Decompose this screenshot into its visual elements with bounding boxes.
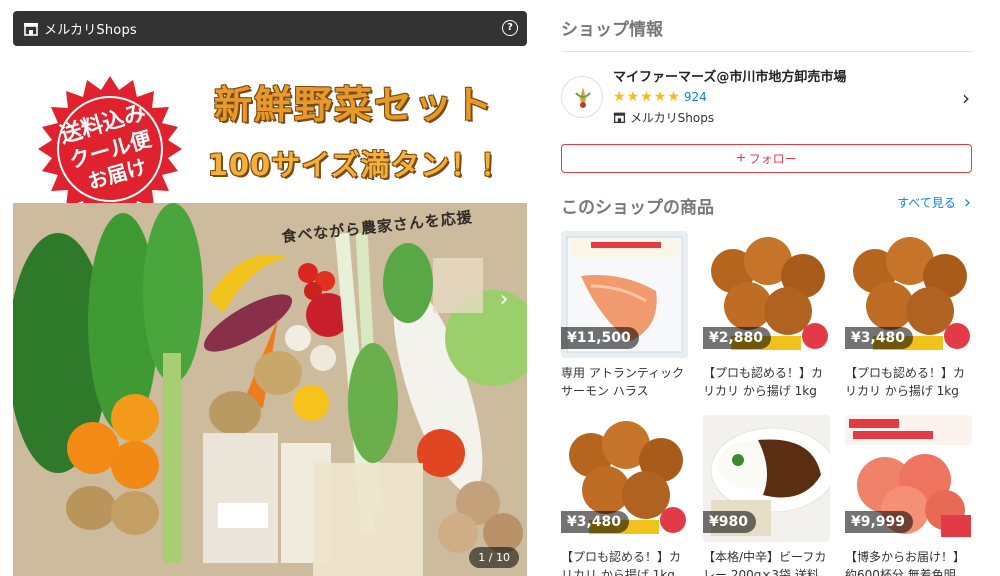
hero-subline: 100サイズ満タン！！: [207, 148, 511, 182]
price-tag: ¥980: [703, 511, 756, 533]
vegetables-photo: 食べながら農家さんを応援 › 1 / 10: [13, 203, 527, 576]
product-card[interactable]: ¥9,999 【博多からお届け！】約600杯分 無着色明: [845, 415, 972, 576]
shop-panel: ショップ情報 マイファーマーズ@市川市地方卸売市場 ★ ★ ★ ★ ★ 924: [561, 0, 973, 576]
product-thumbnail[interactable]: ¥11,500: [561, 231, 688, 358]
mercari-shops-brand: メルカリShops: [44, 23, 137, 38]
chevron-right-icon: ›: [962, 86, 970, 110]
product-title[interactable]: 【プロも認める！】カリカリ から揚げ 1kg: [845, 364, 972, 400]
price-tag: ¥11,500: [561, 327, 639, 349]
shop-avatar: [561, 76, 603, 118]
hero-headline: 新鮮野菜セット: [213, 83, 494, 127]
product-title[interactable]: 専用 アトランティックサーモン ハラス: [561, 364, 688, 400]
price-tag: ¥2,880: [703, 327, 772, 349]
shops-label: メルカリShops: [630, 111, 715, 125]
product-card[interactable]: ¥11,500 専用 アトランティックサーモン ハラス: [561, 231, 688, 400]
product-title[interactable]: 【本格/中辛】ビーフカレー 200g×3袋 送料: [703, 548, 830, 576]
follow-button[interactable]: + フォロー: [561, 144, 972, 173]
vegetables-illustration: [13, 203, 527, 576]
next-image-icon[interactable]: ›: [493, 289, 515, 311]
product-card[interactable]: ¥980 【本格/中辛】ビーフカレー 200g×3袋 送料: [703, 415, 830, 576]
image-pager: 1 / 10: [469, 547, 519, 568]
help-icon[interactable]: ?: [502, 20, 518, 36]
product-card[interactable]: ¥3,480 【プロも認める！】カリカリ から揚げ 1kg: [561, 415, 688, 576]
product-thumbnail[interactable]: ¥2,880: [703, 231, 830, 358]
star-icon: ★: [626, 89, 640, 105]
price-tag: ¥3,480: [845, 327, 914, 349]
product-card[interactable]: ¥2,880 【プロも認める！】カリカリ から揚げ 1kg: [703, 231, 830, 400]
product-thumbnail[interactable]: ¥3,480: [845, 231, 972, 358]
price-tag: ¥9,999: [845, 511, 914, 533]
chevron-right-icon: ›: [963, 191, 971, 213]
product-thumbnail[interactable]: ¥9,999: [845, 415, 972, 542]
star-icon: ★: [613, 89, 626, 105]
divider: [561, 51, 972, 52]
shop-logo-icon: [562, 77, 602, 117]
product-thumbnail[interactable]: ¥980: [703, 415, 830, 542]
shop-name: マイファーマーズ@市川市地方卸売市場: [613, 70, 847, 85]
product-title[interactable]: 【プロも認める！】カリカリ から揚げ 1kg: [561, 548, 688, 576]
shop-icon: [613, 112, 626, 124]
price-tag: ¥3,480: [561, 511, 630, 533]
star-icon: ★: [667, 89, 680, 105]
product-card[interactable]: ¥3,480 【プロも認める！】カリカリ から揚げ 1kg: [845, 231, 972, 400]
shops-label-row: メルカリShops: [613, 109, 714, 126]
mercari-shops-bar: メルカリShops ?: [13, 11, 527, 46]
main-product-image[interactable]: 送料込み クール便 お届け 新鮮野菜セット 100サイズ満タン！！ 食べながら農…: [13, 46, 527, 576]
shop-info-title: ショップ情報: [561, 20, 663, 40]
product-thumbnail[interactable]: ¥3,480: [561, 415, 688, 542]
product-title[interactable]: 【博多からお届け！】約600杯分 無着色明: [845, 548, 972, 576]
shop-icon: [24, 22, 38, 36]
star-icon: ★: [653, 89, 667, 105]
shop-link[interactable]: マイファーマーズ@市川市地方卸売市場 ★ ★ ★ ★ ★ 924 メルカリSho…: [561, 66, 972, 130]
product-gallery[interactable]: メルカリShops ? 送料込み クール便 お届け 新鮮野菜セット 100サイズ…: [13, 11, 527, 576]
rating-stars: ★ ★ ★ ★ ★ 924: [613, 90, 707, 104]
plus-icon: +: [736, 149, 746, 167]
follow-label: フォロー: [748, 152, 797, 166]
product-title[interactable]: 【プロも認める！】カリカリ から揚げ 1kg: [703, 364, 830, 400]
star-icon: ★: [640, 89, 653, 105]
see-all-link[interactable]: すべて見る ›: [897, 191, 971, 213]
shop-products-title: このショップの商品: [561, 198, 714, 218]
see-all-label: すべて見る: [897, 196, 956, 210]
review-count: 924: [683, 90, 707, 104]
